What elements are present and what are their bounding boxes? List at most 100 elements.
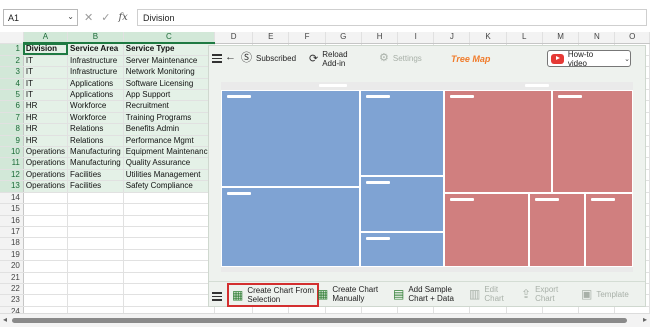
column-header[interactable]: J [433,32,471,44]
cell[interactable] [325,306,362,313]
cell[interactable]: Training Programs [123,112,216,125]
cell[interactable] [123,283,216,296]
row-header[interactable]: 10 [0,146,24,159]
scroll-left-icon[interactable]: ◂ [3,315,7,324]
cell[interactable] [123,294,216,307]
column-header[interactable]: E [252,32,290,44]
cell[interactable] [23,237,69,250]
cell[interactable] [23,192,69,205]
enter-icon[interactable]: ✓ [101,11,110,24]
cell[interactable]: Manufacturing [67,157,124,170]
row-header[interactable]: 22 [0,283,24,296]
cell[interactable] [214,306,254,313]
column-header[interactable]: N [578,32,616,44]
cell[interactable] [614,306,650,313]
cell[interactable]: Applications [67,89,124,102]
cell[interactable] [123,226,216,239]
cell[interactable] [23,249,69,262]
cell[interactable]: Relations [67,135,124,148]
cell[interactable]: HR [23,135,69,148]
cell[interactable] [288,306,326,313]
cell[interactable]: Service Area [67,43,124,56]
cell[interactable] [123,192,216,205]
cell[interactable]: Recruitment [123,100,216,113]
cell[interactable] [123,249,216,262]
reload-addin-button[interactable]: ⟳ Reload Add-in [309,50,348,68]
row-header[interactable]: 1 [0,43,24,56]
cell[interactable]: Safety Compliance [123,180,216,193]
cell[interactable] [67,237,124,250]
cell[interactable] [23,260,69,273]
create-chart-manually-button[interactable]: ▦ Create Chart Manually [317,285,378,303]
row-header[interactable]: 18 [0,237,24,250]
cell[interactable] [67,203,124,216]
cell[interactable] [433,306,471,313]
cell[interactable]: Utilities Management [123,169,216,182]
cell[interactable] [397,306,435,313]
export-chart-button[interactable]: ⇪ Export Chart [521,285,558,303]
row-header[interactable]: 8 [0,123,24,136]
cell[interactable]: Performance Mgmt [123,135,216,148]
cell[interactable] [123,260,216,273]
cell[interactable] [23,294,69,307]
cell[interactable] [123,203,216,216]
column-header[interactable]: C [123,32,216,45]
cell[interactable] [67,260,124,273]
template-button[interactable]: ▣ Template [581,288,629,300]
row-header[interactable]: 16 [0,215,24,227]
column-header[interactable]: H [361,32,399,44]
cell[interactable] [361,306,399,313]
cell[interactable]: Applications [67,78,124,91]
cell[interactable] [23,226,69,239]
insert-function-icon[interactable]: fx [118,12,127,23]
cell[interactable]: HR [23,112,69,125]
cell[interactable]: Quality Assurance [123,157,216,170]
select-all-corner[interactable] [0,32,24,44]
cell[interactable]: Benefits Admin [123,123,216,136]
cell[interactable]: IT [23,89,69,102]
cell[interactable]: Equipment Maintenance [123,146,216,159]
cell[interactable] [67,306,124,313]
settings-button[interactable]: ⚙ Settings [379,53,422,64]
cell[interactable] [542,306,580,313]
cell[interactable] [23,306,69,313]
row-header[interactable]: 15 [0,203,24,216]
cancel-icon[interactable]: ✕ [84,11,93,24]
cell[interactable]: Operations [23,157,69,170]
cell[interactable]: Facilities [67,169,124,182]
row-header[interactable]: 9 [0,135,24,148]
subscribed-button[interactable]: Ⓢ Subscribed [241,53,296,64]
create-chart-from-selection-button[interactable]: ▦ Create Chart From Selection [227,283,320,307]
horizontal-scrollbar[interactable]: ◂ ▸ [0,313,650,327]
cell[interactable] [67,215,124,227]
cell[interactable]: Network Monitoring [123,66,216,79]
row-header[interactable]: 14 [0,192,24,205]
chevron-down-icon[interactable]: ⌄ [67,12,74,21]
cell[interactable] [67,294,124,307]
row-header[interactable]: 21 [0,272,24,284]
cell[interactable] [123,215,216,227]
cell[interactable]: Workforce [67,100,124,113]
cell[interactable]: Workforce [67,112,124,125]
formula-input[interactable]: Division [137,9,647,26]
cell[interactable]: Infrastructure [67,66,124,79]
cell[interactable] [252,306,290,313]
column-header[interactable]: F [288,32,326,44]
cell[interactable] [506,306,543,313]
edit-chart-button[interactable]: ▥ Edit Chart [469,285,504,303]
cell[interactable]: IT [23,66,69,79]
cell[interactable]: App Support [123,89,216,102]
cell[interactable] [67,249,124,262]
cell[interactable] [578,306,616,313]
column-header[interactable]: O [614,32,650,44]
cell[interactable] [469,306,507,313]
howto-video-dropdown[interactable]: How-to video ⌄ [547,50,631,68]
cell[interactable]: Division [23,43,69,56]
menu-icon[interactable] [212,292,222,303]
cell[interactable] [123,237,216,250]
row-header[interactable]: 23 [0,294,24,307]
cell[interactable]: Infrastructure [67,55,124,68]
cell[interactable]: HR [23,100,69,113]
row-header[interactable]: 13 [0,180,24,193]
row-header[interactable]: 11 [0,157,24,170]
